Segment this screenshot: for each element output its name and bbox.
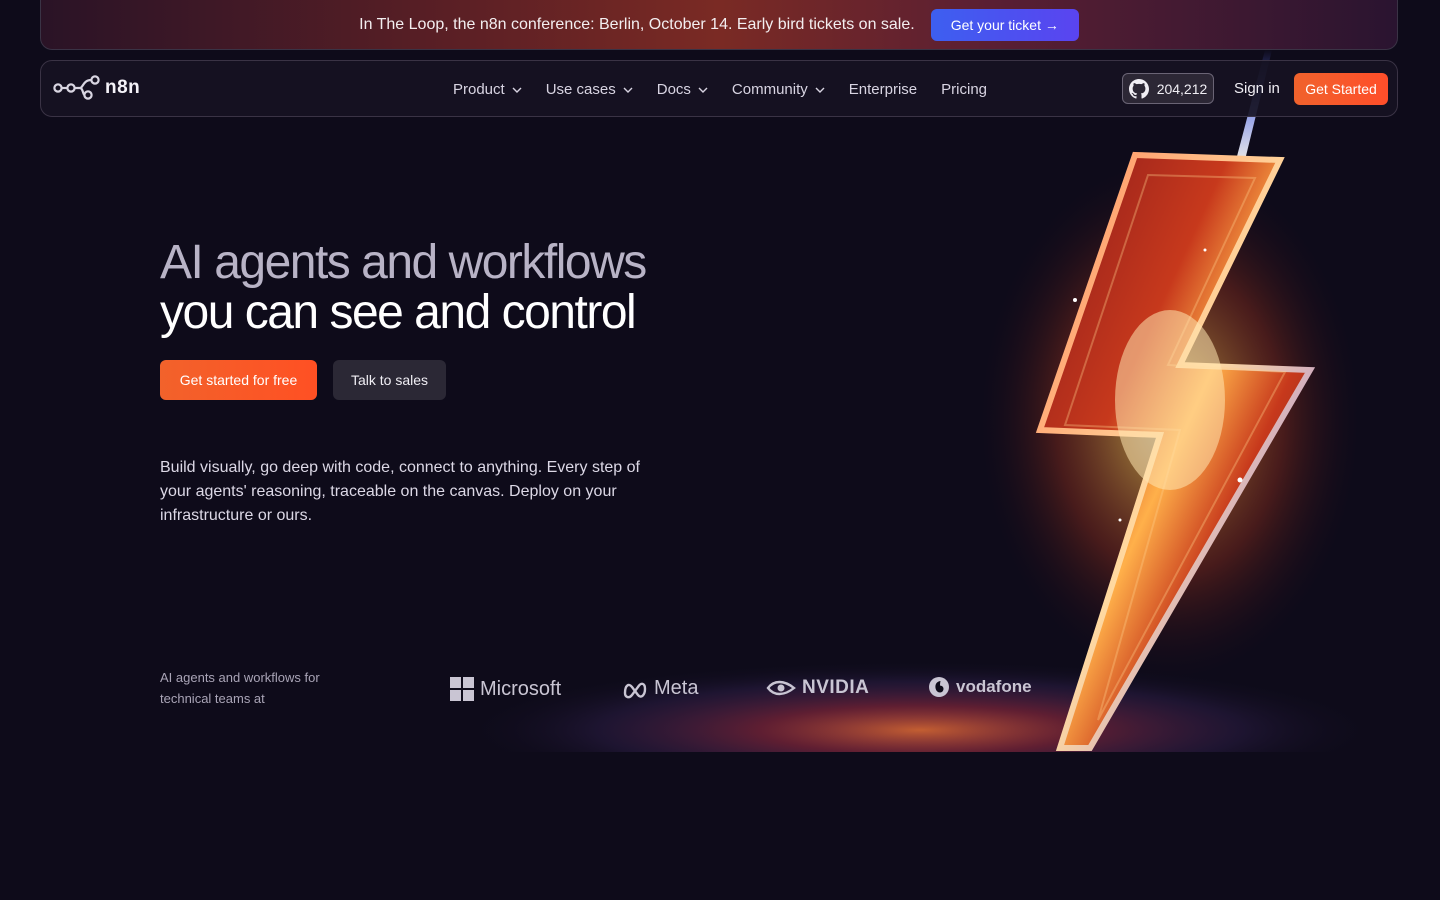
nvidia-logo: NVIDIA [766,677,869,699]
hero-title-line-2: you can see and control [160,286,637,339]
nav-item-label: Use cases [545,81,616,98]
chevron-down-icon [698,87,708,93]
hero-title: AI agents and workflows you can see and … [160,236,647,339]
get-started-button[interactable]: Get Started [1294,73,1388,105]
vodafone-icon [929,677,949,697]
nav-item-label: Product [453,81,505,98]
talk-to-sales-button[interactable]: Talk to sales [333,360,446,400]
chevron-down-icon [623,87,633,93]
main-navigation: n8n Product Use cases Docs Community Ent… [40,60,1398,117]
nav-item-pricing[interactable]: Pricing [941,81,987,98]
n8n-logo[interactable]: n8n [53,75,140,101]
landing-page: In The Loop, the n8n conference: Berlin,… [0,0,1440,900]
brand-label: NVIDIA [802,677,870,698]
brand-label: Meta [654,677,699,699]
nav-item-product[interactable]: Product [453,81,522,98]
brand-name: n8n [105,77,141,98]
nav-item-label: Pricing [941,81,988,98]
microsoft-logo: Microsoft [450,677,561,701]
logos-caption: AI agents and workflows for technical te… [160,670,320,706]
nav-item-label: Docs [656,81,691,98]
announcement-text: In The Loop, the n8n conference: Berlin,… [359,15,915,33]
nav-links: Product Use cases Docs Community Enterpr… [453,61,987,118]
lightning-bolt-illustration [440,50,1440,770]
chevron-down-icon [815,87,825,93]
brand-label: vodafone [956,677,1032,696]
vodafone-logo: vodafone [928,676,1032,698]
meta-logo: Meta [622,677,698,700]
microsoft-icon [450,677,474,701]
n8n-logo-icon [53,75,100,100]
nav-item-docs[interactable]: Docs [657,81,708,98]
hero-title-line-1: AI agents and workflows [160,236,647,289]
get-started-free-button[interactable]: Get started for free [160,360,317,400]
hero-description: Build visually, go deep with code, conne… [160,459,640,524]
get-ticket-button[interactable]: Get your ticket → [930,8,1079,41]
sign-in-link[interactable]: Sign in [1234,80,1280,97]
nvidia-eye-icon [766,680,796,696]
github-icon [1128,78,1149,99]
nav-item-use-cases[interactable]: Use cases [546,81,633,98]
github-stars-count: 204,212 [1156,80,1208,97]
nav-item-label: Enterprise [848,81,918,98]
nav-item-enterprise[interactable]: Enterprise [849,81,917,98]
github-stars-button[interactable]: 204,212 [1122,73,1214,104]
chevron-down-icon [512,87,522,93]
announcement-bar: In The Loop, the n8n conference: Berlin,… [40,0,1398,50]
meta-infinity-icon [623,682,647,698]
nav-item-community[interactable]: Community [732,81,825,98]
nav-item-label: Community [731,81,808,98]
brand-label: Microsoft [480,677,562,700]
